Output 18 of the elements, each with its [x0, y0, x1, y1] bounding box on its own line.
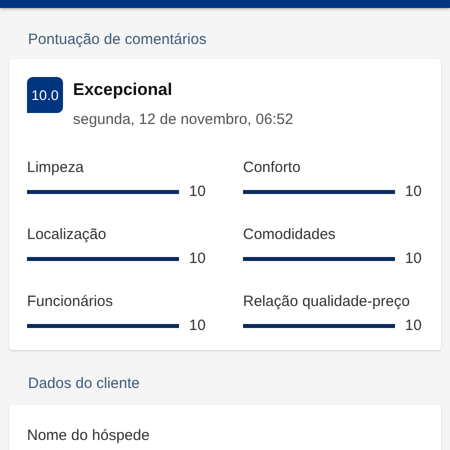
review-date: segunda, 12 de novembro, 06:52	[73, 111, 294, 128]
rating-label: Excepcional	[73, 80, 174, 100]
section-heading: Dados do cliente	[27, 374, 141, 394]
field-label: Nome do hóspede	[27, 427, 151, 444]
category-score: 10	[405, 250, 422, 267]
category-score: 10	[189, 183, 206, 200]
category-label: Relação qualidade-preço	[243, 293, 411, 311]
score-badge: 10.0	[27, 77, 63, 113]
category-label: Limpeza	[27, 159, 85, 177]
category-label: Funcionários	[27, 293, 114, 311]
category-score: 10	[189, 317, 206, 334]
section-heading: Pontuação de comentários	[27, 30, 208, 50]
category-score: 10	[189, 250, 206, 267]
category-label: Localização	[27, 226, 108, 244]
category-label: Comodidades	[243, 226, 337, 244]
category-score: 10	[405, 183, 422, 200]
category-score: 10	[405, 317, 422, 334]
category-label: Conforto	[243, 159, 302, 177]
